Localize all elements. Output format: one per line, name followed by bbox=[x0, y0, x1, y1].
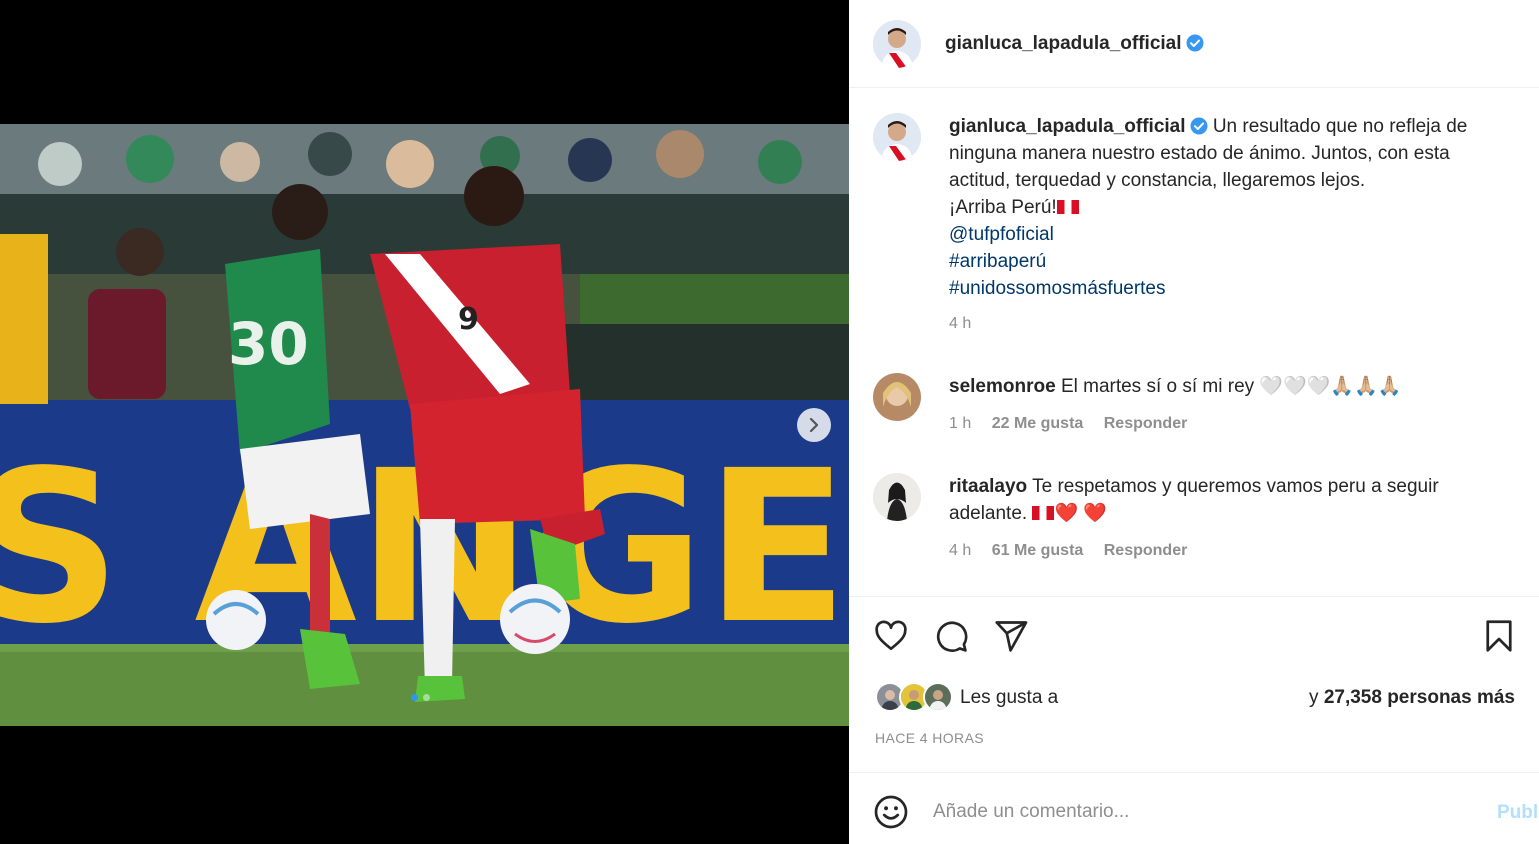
share-icon[interactable] bbox=[993, 618, 1029, 654]
comment-meta: 1 h 22 Me gusta Responder bbox=[949, 410, 1533, 437]
header-username[interactable]: gianluca_lapadula_official bbox=[945, 33, 1204, 55]
likes-prefix: Les gusta a bbox=[960, 687, 1059, 708]
comment-likes[interactable]: 61 Me gusta bbox=[992, 542, 1084, 559]
likes-connector: y bbox=[1309, 687, 1324, 708]
post-sidebar: gianluca_lapadula_official gianluca_lapa… bbox=[849, 0, 1539, 844]
caption-username[interactable]: gianluca_lapadula_official bbox=[949, 116, 1186, 137]
comment-likes[interactable]: 22 Me gusta bbox=[992, 415, 1084, 432]
hashtag-link[interactable]: #arribaperú bbox=[949, 248, 1533, 275]
post-actions: Les gusta a y 27,358 personas más HACE 4… bbox=[849, 598, 1539, 773]
comment-timestamp[interactable]: 4 h bbox=[949, 542, 971, 559]
caption-timestamp[interactable]: 4 h bbox=[949, 315, 971, 332]
mention-link[interactable]: @tufpfoficial bbox=[949, 221, 1533, 248]
bookmark-icon[interactable] bbox=[1481, 618, 1517, 654]
comment-username[interactable]: selemonroe bbox=[949, 376, 1056, 397]
comment-input[interactable] bbox=[933, 796, 1453, 828]
caption-text: Un resultado que no refleja de bbox=[1212, 116, 1468, 137]
caption-text: ¡Arriba Perú! bbox=[949, 197, 1057, 218]
publish-button[interactable]: Publicar bbox=[1497, 802, 1539, 824]
comment-body: ritaalayo Te respetamos y queremos vamos… bbox=[949, 473, 1533, 564]
avatar[interactable] bbox=[873, 20, 921, 68]
post-header: gianluca_lapadula_official bbox=[849, 0, 1539, 88]
caption-text: actitud, terquedad y constancia, llegare… bbox=[949, 170, 1366, 191]
post-photo[interactable]: S ANGELE 30 9 bbox=[0, 124, 849, 726]
verified-badge-icon bbox=[1190, 117, 1208, 135]
carousel-indicator bbox=[411, 694, 430, 701]
comment-username[interactable]: ritaalayo bbox=[949, 476, 1027, 497]
post-caption: gianluca_lapadula_official Un resultado … bbox=[873, 113, 1533, 337]
svg-text:9: 9 bbox=[458, 302, 479, 337]
peru-flag-icon bbox=[1056, 200, 1079, 214]
comment-item: ritaalayo Te respetamos y queremos vamos… bbox=[873, 473, 1533, 564]
comments-section: gianluca_lapadula_official Un resultado … bbox=[849, 89, 1539, 597]
peru-flag-icon bbox=[1032, 506, 1055, 520]
avatar[interactable] bbox=[873, 373, 921, 421]
username-text[interactable]: gianluca_lapadula_official bbox=[945, 33, 1182, 54]
hashtag-link[interactable]: #unidossomosmásfuertes bbox=[949, 275, 1533, 302]
comment-text: El martes sí o sí mi rey 🤍🤍🤍🙏🏼🙏🏼🙏🏼 bbox=[1060, 376, 1402, 397]
likes-summary: Les gusta a y 27,358 personas más bbox=[875, 682, 1515, 712]
post-media: S ANGELE 30 9 bbox=[0, 0, 849, 844]
caption-meta: 4 h bbox=[949, 310, 1533, 337]
carousel-next-button[interactable] bbox=[797, 408, 831, 442]
reply-button[interactable]: Responder bbox=[1104, 415, 1188, 432]
liker-avatar[interactable] bbox=[923, 682, 953, 712]
chevron-right-icon bbox=[809, 418, 819, 432]
comment-timestamp[interactable]: 1 h bbox=[949, 415, 971, 432]
comment-text: Te respetamos y queremos vamos peru a se… bbox=[1032, 476, 1439, 497]
avatar[interactable] bbox=[873, 473, 921, 521]
reply-button[interactable]: Responder bbox=[1104, 542, 1188, 559]
caption-text: ninguna manera nuestro estado de ánimo. … bbox=[949, 143, 1450, 164]
comment-body: selemonroe El martes sí o sí mi rey 🤍🤍🤍🙏… bbox=[949, 373, 1533, 437]
likes-count[interactable]: 27,358 personas más bbox=[1324, 687, 1515, 708]
post-timestamp[interactable]: HACE 4 HORAS bbox=[875, 730, 984, 746]
comment-text: adelante. bbox=[949, 503, 1028, 524]
carousel-dot-active bbox=[411, 694, 418, 701]
avatar[interactable] bbox=[873, 113, 921, 161]
verified-badge-icon bbox=[1186, 34, 1204, 52]
svg-text:30: 30 bbox=[228, 310, 309, 378]
comment-meta: 4 h 61 Me gusta Responder bbox=[949, 537, 1533, 564]
heart-icon[interactable] bbox=[873, 618, 909, 654]
comment-icon[interactable] bbox=[933, 618, 969, 654]
comment-emoji: ❤️ ❤️ bbox=[1054, 503, 1108, 524]
carousel-dot bbox=[423, 694, 430, 701]
emoji-icon[interactable] bbox=[873, 794, 909, 830]
comment-item: selemonroe El martes sí o sí mi rey 🤍🤍🤍🙏… bbox=[873, 373, 1533, 437]
comment-composer: Publicar bbox=[849, 774, 1539, 844]
likes-count-text[interactable]: y 27,358 personas más bbox=[1309, 687, 1515, 709]
caption-body: gianluca_lapadula_official Un resultado … bbox=[949, 113, 1533, 337]
